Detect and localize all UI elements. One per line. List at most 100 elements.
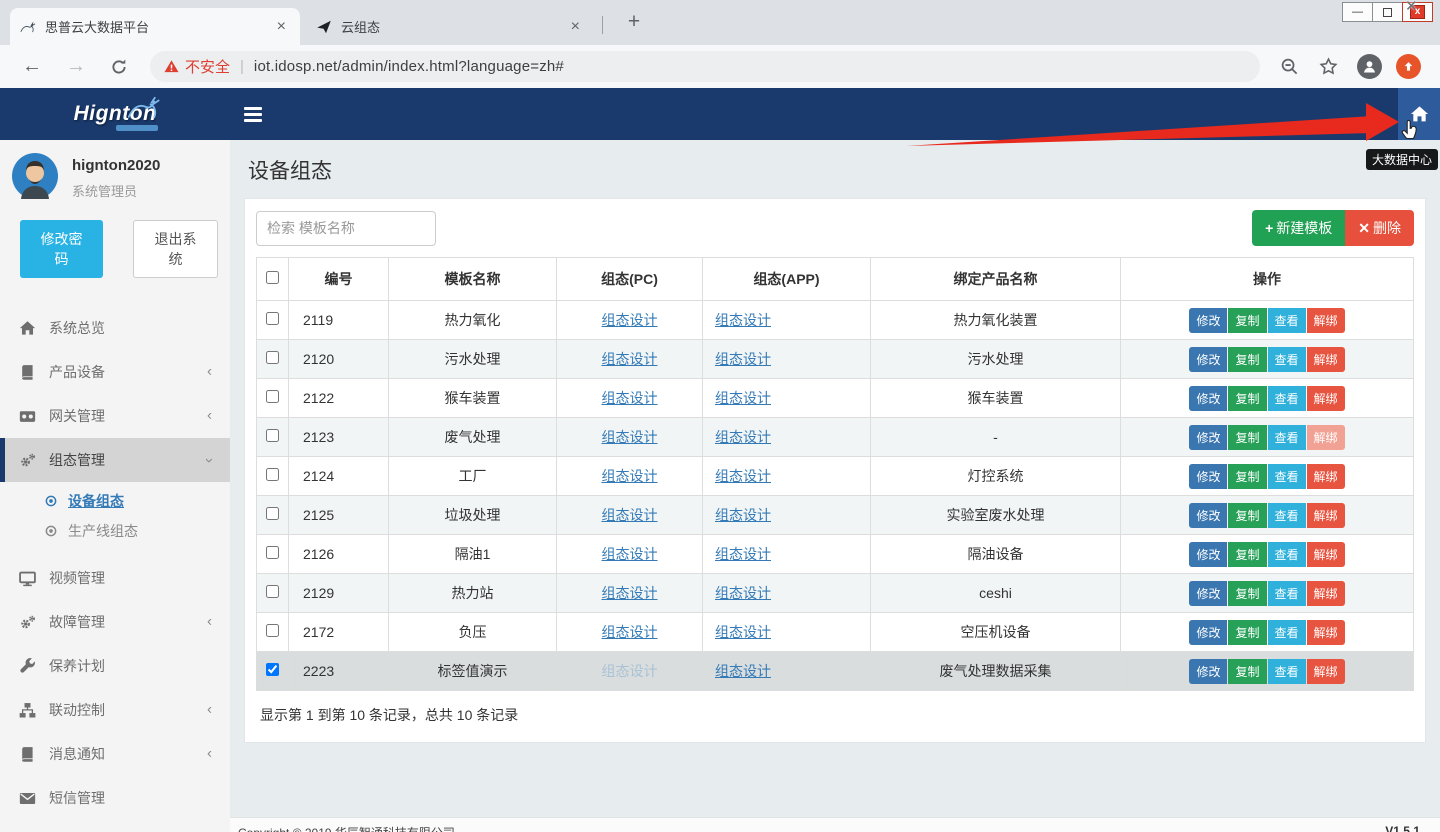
action-copy-button[interactable]: 复制	[1228, 581, 1266, 606]
pc-design-link[interactable]: 组态设计	[602, 429, 658, 445]
app-design-link[interactable]: 组态设计	[715, 546, 771, 562]
action-unbind-button[interactable]: 解绑	[1307, 581, 1345, 606]
action-unbind-button[interactable]: 解绑	[1307, 425, 1345, 450]
sidebar-item[interactable]: 视频管理	[0, 556, 230, 600]
tab-close-icon[interactable]: ×	[567, 18, 584, 36]
pc-design-link[interactable]: 组态设计	[602, 624, 658, 640]
action-view-button[interactable]: 查看	[1268, 659, 1306, 684]
action-copy-button[interactable]: 复制	[1228, 386, 1266, 411]
app-design-link[interactable]: 组态设计	[715, 351, 771, 367]
action-view-button[interactable]: 查看	[1268, 503, 1306, 528]
action-unbind-button[interactable]: 解绑	[1307, 503, 1345, 528]
action-view-button[interactable]: 查看	[1268, 581, 1306, 606]
action-copy-button[interactable]: 复制	[1228, 659, 1266, 684]
action-edit-button[interactable]: 修改	[1189, 503, 1227, 528]
row-checkbox[interactable]	[266, 390, 279, 403]
action-unbind-button[interactable]: 解绑	[1307, 308, 1345, 333]
sidebar-subitem[interactable]: 设备组态	[0, 486, 230, 516]
row-checkbox[interactable]	[266, 312, 279, 325]
row-checkbox[interactable]	[266, 546, 279, 559]
row-checkbox[interactable]	[266, 624, 279, 637]
sidebar-item[interactable]: 保养计划	[0, 644, 230, 688]
action-edit-button[interactable]: 修改	[1189, 581, 1227, 606]
minimize-button[interactable]: —	[1342, 2, 1373, 22]
row-checkbox[interactable]	[266, 585, 279, 598]
new-template-button[interactable]: +新建模板	[1252, 210, 1345, 246]
browser-profile-button[interactable]	[1357, 54, 1382, 79]
zoom-out-icon[interactable]	[1280, 57, 1299, 76]
app-design-link[interactable]: 组态设计	[715, 663, 771, 679]
action-copy-button[interactable]: 复制	[1228, 620, 1266, 645]
action-copy-button[interactable]: 复制	[1228, 464, 1266, 489]
tab-close-icon[interactable]: ×	[273, 18, 290, 36]
action-copy-button[interactable]: 复制	[1228, 425, 1266, 450]
action-unbind-button[interactable]: 解绑	[1307, 386, 1345, 411]
action-edit-button[interactable]: 修改	[1189, 425, 1227, 450]
app-design-link[interactable]: 组态设计	[715, 585, 771, 601]
change-password-button[interactable]: 修改密码	[20, 220, 103, 278]
app-design-link[interactable]: 组态设计	[715, 468, 771, 484]
action-edit-button[interactable]: 修改	[1189, 464, 1227, 489]
sidebar-item[interactable]: 网关管理›	[0, 394, 230, 438]
action-edit-button[interactable]: 修改	[1189, 347, 1227, 372]
sidebar-item[interactable]: 组态管理›	[0, 438, 230, 482]
action-view-button[interactable]: 查看	[1268, 386, 1306, 411]
security-warning[interactable]: 不安全	[185, 56, 230, 77]
pc-design-link[interactable]: 组态设计	[602, 312, 658, 328]
bookmark-star-icon[interactable]	[1319, 57, 1338, 76]
action-unbind-button[interactable]: 解绑	[1307, 542, 1345, 567]
action-unbind-button[interactable]: 解绑	[1307, 347, 1345, 372]
sidebar-item[interactable]: 联动控制›	[0, 688, 230, 732]
forward-icon[interactable]: →	[54, 55, 98, 78]
select-all-checkbox[interactable]	[266, 271, 279, 284]
pc-design-link[interactable]: 组态设计	[602, 585, 658, 601]
back-icon[interactable]: ←	[10, 55, 54, 78]
app-design-link[interactable]: 组态设计	[715, 312, 771, 328]
browser-tab-inactive[interactable]: 云组态 ×	[306, 8, 594, 45]
action-edit-button[interactable]: 修改	[1189, 620, 1227, 645]
sidebar-item[interactable]: 故障管理›	[0, 600, 230, 644]
reload-icon[interactable]	[110, 58, 128, 76]
sidebar-item[interactable]: 系统总览	[0, 306, 230, 350]
delete-button[interactable]: ✕删除	[1345, 210, 1414, 246]
action-view-button[interactable]: 查看	[1268, 464, 1306, 489]
row-checkbox[interactable]	[266, 663, 279, 676]
action-unbind-button[interactable]: 解绑	[1307, 464, 1345, 489]
action-copy-button[interactable]: 复制	[1228, 542, 1266, 567]
search-input[interactable]	[256, 211, 436, 246]
row-checkbox[interactable]	[266, 351, 279, 364]
app-design-link[interactable]: 组态设计	[715, 624, 771, 640]
sidebar-item[interactable]: 产品设备›	[0, 350, 230, 394]
pc-design-link[interactable]: 组态设计	[602, 663, 658, 679]
action-view-button[interactable]: 查看	[1268, 425, 1306, 450]
hamburger-menu-icon[interactable]	[244, 107, 262, 122]
row-checkbox[interactable]	[266, 429, 279, 442]
logout-button[interactable]: 退出系统	[133, 220, 218, 278]
row-checkbox[interactable]	[266, 468, 279, 481]
action-edit-button[interactable]: 修改	[1189, 308, 1227, 333]
pc-design-link[interactable]: 组态设计	[602, 507, 658, 523]
app-design-link[interactable]: 组态设计	[715, 429, 771, 445]
action-unbind-button[interactable]: 解绑	[1307, 659, 1345, 684]
pc-design-link[interactable]: 组态设计	[602, 390, 658, 406]
new-tab-button[interactable]: +	[620, 8, 648, 36]
sidebar-item[interactable]: 消息通知›	[0, 732, 230, 776]
action-unbind-button[interactable]: 解绑	[1307, 620, 1345, 645]
action-copy-button[interactable]: 复制	[1228, 347, 1266, 372]
pc-design-link[interactable]: 组态设计	[602, 468, 658, 484]
browser-update-button[interactable]	[1396, 54, 1421, 79]
close-button[interactable]: ✕ x	[1402, 2, 1433, 22]
sidebar-subitem[interactable]: 生产线组态	[0, 516, 230, 546]
address-bar[interactable]: 不安全 | iot.idosp.net/admin/index.html?lan…	[150, 51, 1260, 82]
action-edit-button[interactable]: 修改	[1189, 659, 1227, 684]
restore-button[interactable]	[1372, 2, 1403, 22]
action-view-button[interactable]: 查看	[1268, 542, 1306, 567]
pc-design-link[interactable]: 组态设计	[602, 546, 658, 562]
app-design-link[interactable]: 组态设计	[715, 507, 771, 523]
action-view-button[interactable]: 查看	[1268, 347, 1306, 372]
url-text[interactable]: iot.idosp.net/admin/index.html?language=…	[254, 58, 564, 75]
action-view-button[interactable]: 查看	[1268, 308, 1306, 333]
row-checkbox[interactable]	[266, 507, 279, 520]
action-copy-button[interactable]: 复制	[1228, 308, 1266, 333]
action-edit-button[interactable]: 修改	[1189, 542, 1227, 567]
